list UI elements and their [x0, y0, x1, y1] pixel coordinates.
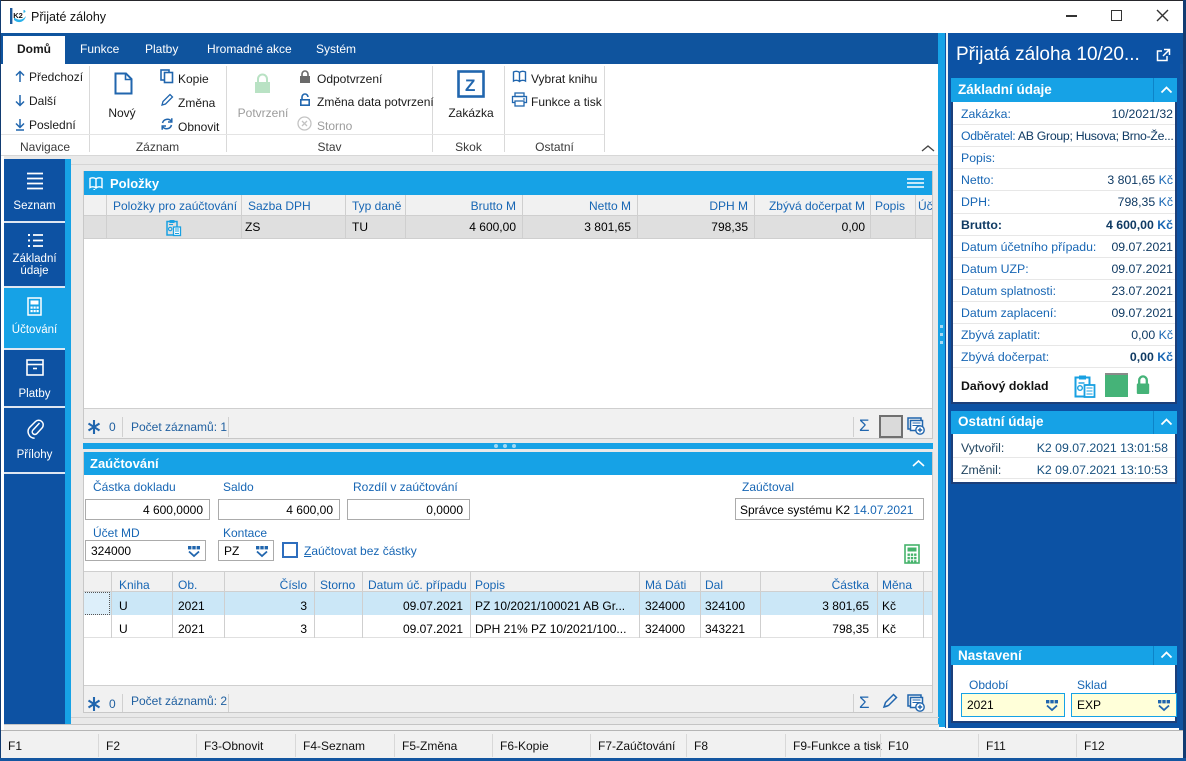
svg-text:Z: Z [465, 76, 475, 95]
svg-text:K2: K2 [13, 11, 23, 20]
